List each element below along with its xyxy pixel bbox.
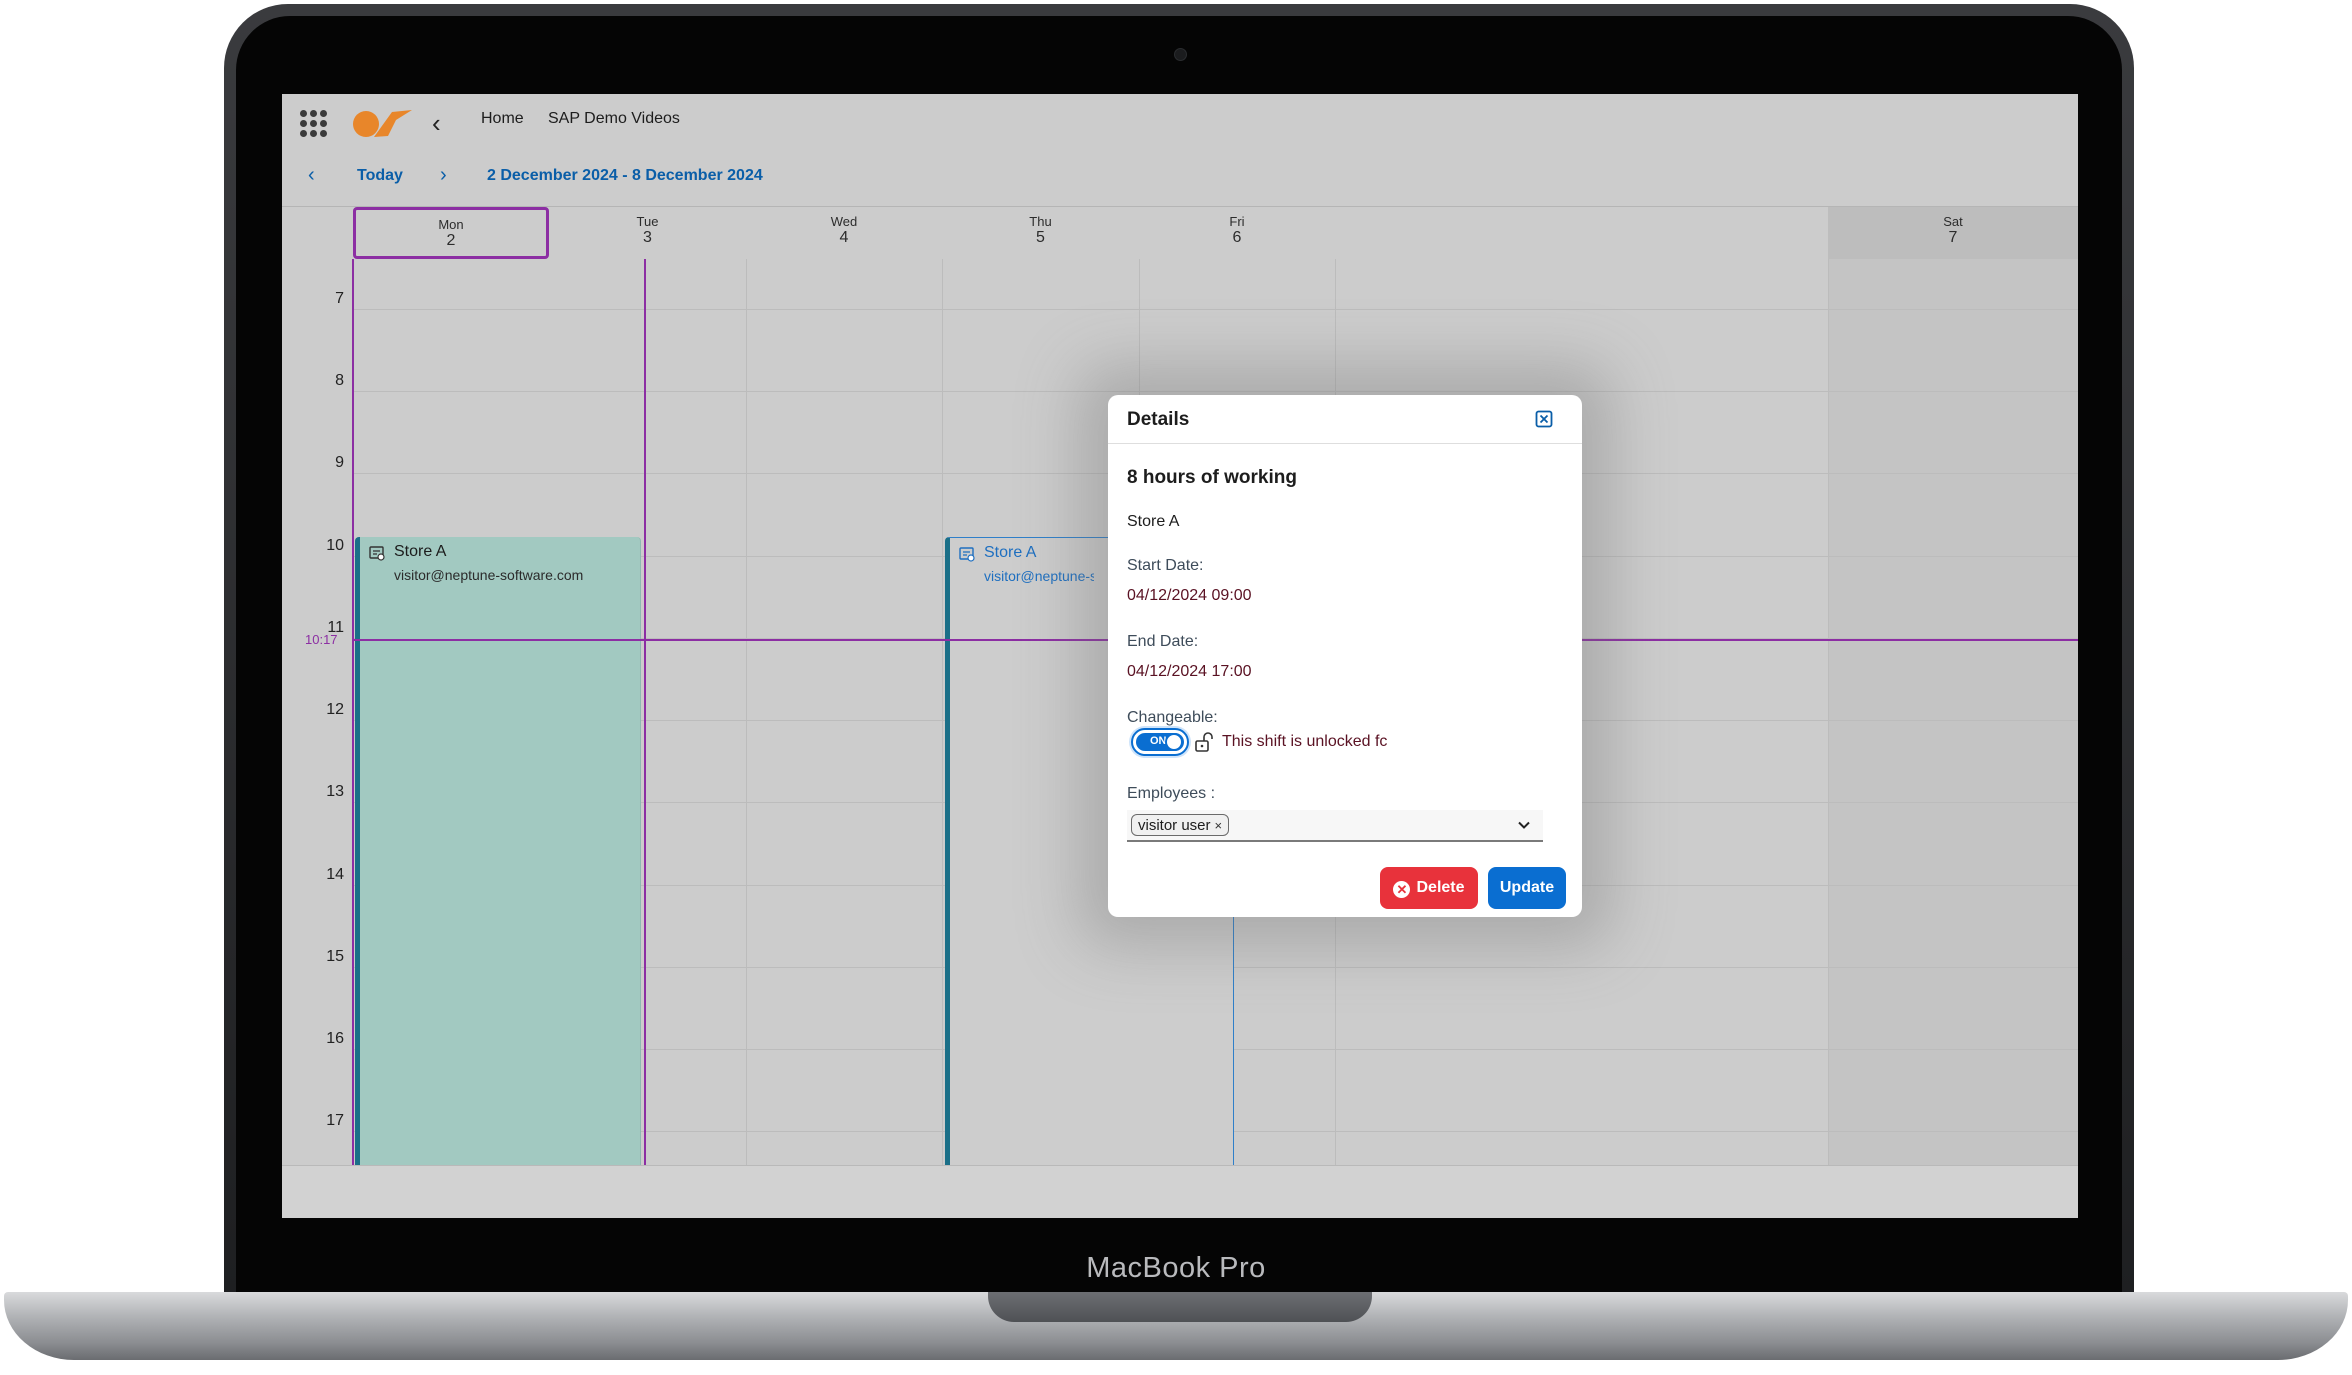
day-column-divider (1828, 259, 1829, 1165)
lock-status-text: This shift is unlocked fc (1222, 733, 1388, 750)
token-remove-icon[interactable]: × (1215, 818, 1223, 833)
event-subtitle: visitor@neptune-software.com (394, 567, 584, 583)
unlocked-icon (1195, 732, 1213, 752)
footer-area (282, 1165, 2078, 1218)
day-header-mon[interactable]: Mon 2 (353, 207, 549, 259)
breadcrumb-sap-demo-videos[interactable]: SAP Demo Videos (548, 110, 680, 128)
day-name: Tue (636, 214, 659, 229)
dialog-header: Details (1108, 395, 1582, 444)
day-header-thu[interactable]: Thu 5 (942, 207, 1139, 259)
day-header-tue[interactable]: Tue 3 (549, 207, 746, 259)
hour-label: 12 (326, 701, 344, 718)
day-header-wed[interactable]: Wed 4 (746, 207, 942, 259)
close-icon[interactable] (1535, 410, 1553, 428)
start-date-value: 04/12/2024 09:00 (1127, 587, 1252, 604)
chevron-right-icon[interactable]: › (440, 164, 447, 187)
event-title: Store A (984, 544, 1037, 561)
employees-multicombobox[interactable]: visitor user × (1127, 810, 1543, 842)
shift-heading: 8 hours of working (1127, 467, 1297, 488)
hour-label: 14 (326, 866, 344, 883)
today-column-border (352, 259, 354, 1165)
day-column-divider (942, 259, 943, 1165)
update-button[interactable]: Update (1488, 867, 1566, 909)
event-subtitle: visitor@neptune-software.com (984, 568, 1094, 584)
end-date-value: 04/12/2024 17:00 (1127, 663, 1252, 680)
details-dialog: Details 8 hours of working Store A Start… (1108, 395, 1582, 917)
day-name: Sat (1943, 214, 1963, 229)
day-header-sat[interactable]: Sat 7 (1828, 207, 2078, 259)
hour-label: 16 (326, 1030, 344, 1047)
current-time-label: 10:17 (305, 632, 338, 647)
day-column-divider (746, 259, 747, 1165)
back-icon[interactable]: ‹ (432, 108, 441, 138)
day-number: 3 (643, 229, 652, 246)
changeable-switch[interactable]: ON (1131, 728, 1189, 756)
shift-icon (959, 547, 975, 562)
camera-icon (1174, 48, 1187, 61)
today-button[interactable]: Today (357, 167, 403, 185)
switch-track: ON (1136, 733, 1184, 751)
day-name: Mon (438, 217, 464, 232)
device-brand-label: MacBook Pro (1086, 1252, 1266, 1284)
hour-label: 7 (335, 290, 344, 307)
laptop-notch (988, 1292, 1372, 1322)
dialog-title: Details (1127, 409, 1190, 430)
hour-label: 8 (335, 372, 344, 389)
token-label: visitor user (1138, 817, 1211, 834)
day-header-fri[interactable]: Fri 6 (1139, 207, 1335, 259)
delete-icon: ✕ (1393, 880, 1411, 898)
delete-button[interactable]: ✕ Delete (1380, 867, 1478, 909)
event-title: Store A (394, 543, 447, 560)
hour-label: 17 (326, 1112, 344, 1129)
employees-label: Employees : (1127, 785, 1216, 802)
day-name: Wed (830, 214, 858, 229)
changeable-label: Changeable: (1127, 709, 1218, 726)
weekend-column (1828, 259, 2078, 1165)
hour-label: 13 (326, 783, 344, 800)
company-logo[interactable] (352, 106, 414, 140)
day-number: 6 (1232, 229, 1242, 246)
day-number: 4 (839, 229, 849, 246)
app-screen: ‹ Home SAP Demo Videos ‹ Today › 2 Decem… (282, 94, 2078, 1218)
date-range-label[interactable]: 2 December 2024 - 8 December 2024 (487, 167, 763, 185)
breadcrumb-home[interactable]: Home (481, 110, 524, 128)
day-name: Thu (1029, 214, 1052, 229)
app-launcher-icon[interactable] (300, 110, 327, 137)
day-number: 2 (446, 232, 456, 249)
event-card[interactable]: Store A visitor@neptune-software.com (355, 537, 641, 1193)
delete-label: Delete (1416, 878, 1465, 896)
hour-gridline (352, 391, 2078, 392)
chevron-down-icon[interactable] (1517, 818, 1531, 832)
start-date-label: Start Date: (1127, 557, 1204, 574)
end-date-label: End Date: (1127, 633, 1199, 650)
chevron-left-icon[interactable]: ‹ (308, 164, 315, 187)
switch-knob (1165, 733, 1183, 751)
hour-label: 15 (326, 948, 344, 965)
hour-label: 10 (326, 537, 344, 554)
shift-store: Store A (1127, 513, 1180, 530)
shift-icon (369, 546, 385, 561)
hour-gridline (352, 309, 2078, 310)
day-number: 5 (1036, 229, 1045, 246)
employee-token[interactable]: visitor user × (1131, 814, 1230, 836)
today-column-border (644, 259, 646, 1165)
day-number: 7 (1948, 229, 1958, 246)
day-name: Fri (1229, 214, 1245, 229)
shell-header: ‹ Home SAP Demo Videos ‹ Today › 2 Decem… (282, 94, 2078, 206)
hour-label: 9 (335, 454, 344, 471)
